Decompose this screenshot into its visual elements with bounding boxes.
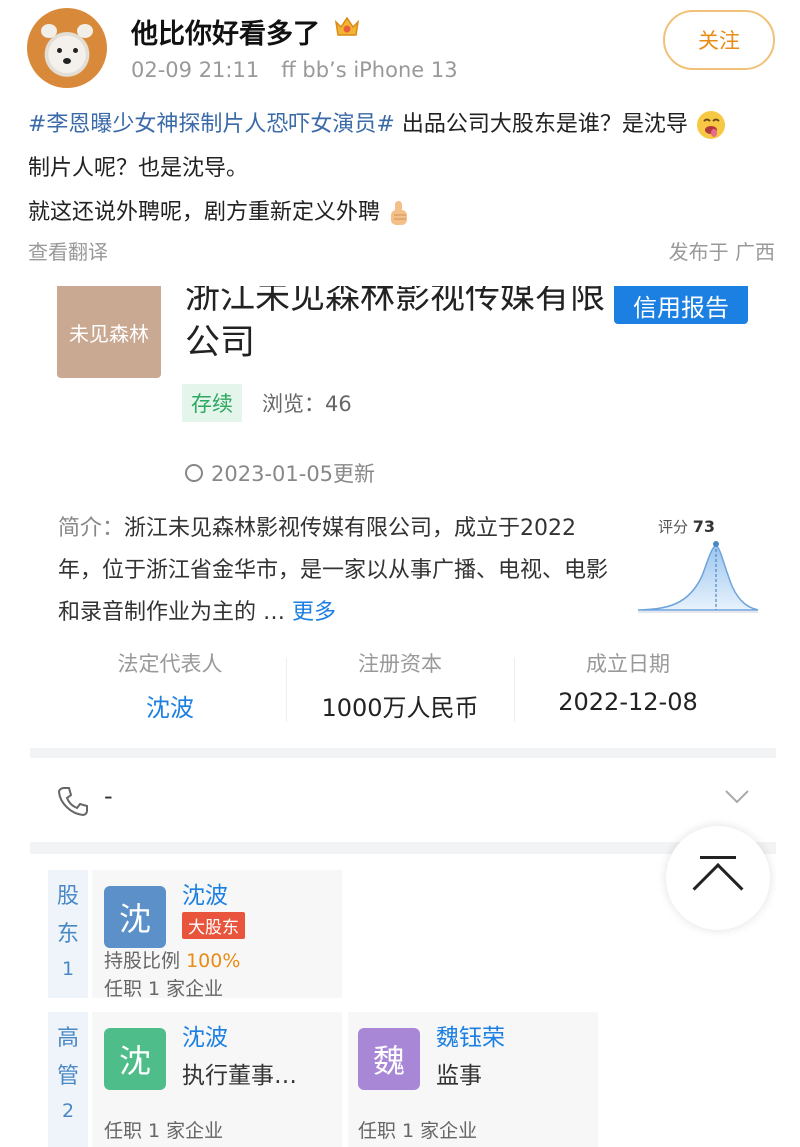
ratio-label: 持股比例	[104, 950, 181, 972]
thumbs-up-emoji-icon	[391, 201, 408, 225]
user-avatar[interactable]	[27, 8, 107, 88]
company-logo: 未见森林	[57, 286, 161, 378]
avatar-eye	[73, 48, 78, 53]
post-line-3: 就这还说外聘呢，剧方重新定义外聘	[28, 194, 413, 228]
hashtag-link[interactable]: #李恩曝少女神探制片人恐吓女演员#	[28, 112, 395, 137]
crown-badge-icon	[334, 16, 360, 36]
post-text-3: 就这还说外聘呢，剧方重新定义外聘	[28, 200, 381, 225]
post-meta: 02-09 21:11 ff bb’s iPhone 13	[131, 58, 458, 82]
company-intro: 简介：浙江未见森林影视传媒有限公司，成立于2022年，位于浙江省金华市，是一家以…	[58, 508, 618, 634]
company-card: 未见森林 浙江未见森林影视传媒有限公司 信用报告 存续 浏览：46 2023-0…	[30, 286, 776, 748]
arrow-up-icon	[692, 863, 744, 914]
founded-date: 成立日期 2022-12-08	[508, 648, 748, 716]
company-screenshot[interactable]: 未见森林 浙江未见森林影视传媒有限公司 信用报告 存续 浏览：46 2023-0…	[30, 286, 776, 1147]
back-to-top-bar	[700, 856, 736, 859]
clock-icon	[185, 464, 203, 482]
update-date: 2023-01-05更新	[185, 458, 375, 488]
post-location: 发布于 广西	[668, 240, 775, 264]
founded-value: 2022-12-08	[558, 688, 698, 716]
phone-value: -	[104, 782, 113, 810]
credit-report-button[interactable]: 信用报告	[614, 286, 748, 324]
drooling-face-emoji-icon	[696, 111, 725, 139]
executive-card[interactable]: 魏 魏钰荣 监事 任职 1 家企业	[348, 1012, 598, 1147]
update-text: 2023-01-05更新	[211, 462, 376, 486]
intro-label: 简介：	[58, 516, 125, 541]
username[interactable]: 他比你好看多了	[131, 12, 320, 51]
phone-row[interactable]: -	[30, 758, 776, 842]
legal-rep-key: 法定代表人	[117, 652, 223, 676]
executive-name[interactable]: 魏钰荣	[436, 1018, 505, 1052]
registered-capital: 注册资本 1000万人民币	[280, 648, 520, 723]
executive-role: 监事	[436, 1063, 482, 1089]
executive-role: 执行董事…	[182, 1063, 297, 1089]
executive-card[interactable]: 沈 沈波 执行董事… 任职 1 家企业	[92, 1012, 342, 1147]
score-label-text: 评分	[658, 518, 689, 536]
executive-name[interactable]: 沈波	[182, 1018, 228, 1052]
shareholder-name[interactable]: 沈波	[182, 876, 228, 910]
intro-more-link[interactable]: 更多	[292, 600, 336, 625]
translate-link[interactable]: 查看翻译	[28, 236, 108, 265]
post-text-1: 出品公司大股东是谁？是沈导	[394, 112, 688, 137]
score-label: 评分 73	[658, 516, 715, 537]
people-section: 股东 1 沈 沈波 大股东 持股比例 100% 任职 1 家企业 高管 2 沈 …	[30, 854, 776, 1147]
avatar-ear	[41, 24, 57, 38]
shareholders-count: 1	[61, 958, 75, 980]
founded-key: 成立日期	[586, 652, 670, 676]
intro-ellipsis: …	[256, 600, 286, 625]
phone-icon	[57, 787, 88, 817]
executive-avatar: 魏	[358, 1028, 420, 1090]
status-badge: 存续	[182, 384, 242, 422]
chevron-down-icon[interactable]	[724, 788, 750, 806]
score-distribution-icon	[637, 541, 759, 613]
shareholding-ratio: 持股比例 100%	[104, 946, 240, 973]
executives-label: 高管 2	[48, 1012, 88, 1147]
follow-button[interactable]: 关注	[663, 10, 775, 70]
executive-avatar: 沈	[104, 1028, 166, 1090]
shareholder-positions: 任职 1 家企业	[104, 978, 224, 1000]
post-date: 02-09 21:11	[131, 58, 260, 82]
company-name: 浙江未见森林影视传媒有限公司	[185, 286, 606, 363]
executive-positions: 任职 1 家企业	[358, 1120, 478, 1142]
post-device: ff bb’s iPhone 13	[281, 58, 458, 82]
legal-representative: 法定代表人 沈波	[50, 648, 290, 723]
post-line-1: #李恩曝少女神探制片人恐吓女演员# 出品公司大股东是谁？是沈导	[28, 106, 727, 141]
post-line-2: 制片人呢？也是沈导。	[28, 156, 249, 181]
shareholder-avatar: 沈	[104, 886, 166, 948]
back-to-top-button[interactable]	[666, 826, 770, 930]
capital-key: 注册资本	[358, 652, 442, 676]
shareholders-label: 股东 1	[48, 870, 88, 998]
score-widget[interactable]: 评分 73	[636, 512, 760, 622]
score-value: 73	[692, 517, 716, 536]
ratio-value: 100%	[186, 950, 241, 972]
avatar-eye	[57, 48, 62, 53]
shareholder-card[interactable]: 沈 沈波 大股东 持股比例 100% 任职 1 家企业	[92, 870, 342, 1000]
capital-value: 1000万人民币	[321, 694, 479, 722]
view-count: 浏览：46	[262, 392, 352, 416]
major-shareholder-tag: 大股东	[182, 912, 245, 939]
executive-positions: 任职 1 家企业	[104, 1120, 224, 1142]
executives-count: 2	[61, 1100, 75, 1122]
legal-rep-value[interactable]: 沈波	[50, 688, 290, 723]
avatar-nose	[63, 58, 71, 64]
executives-label-text: 高管	[56, 1026, 79, 1089]
avatar-ear	[77, 24, 93, 38]
shareholders-label-text: 股东	[56, 884, 79, 947]
